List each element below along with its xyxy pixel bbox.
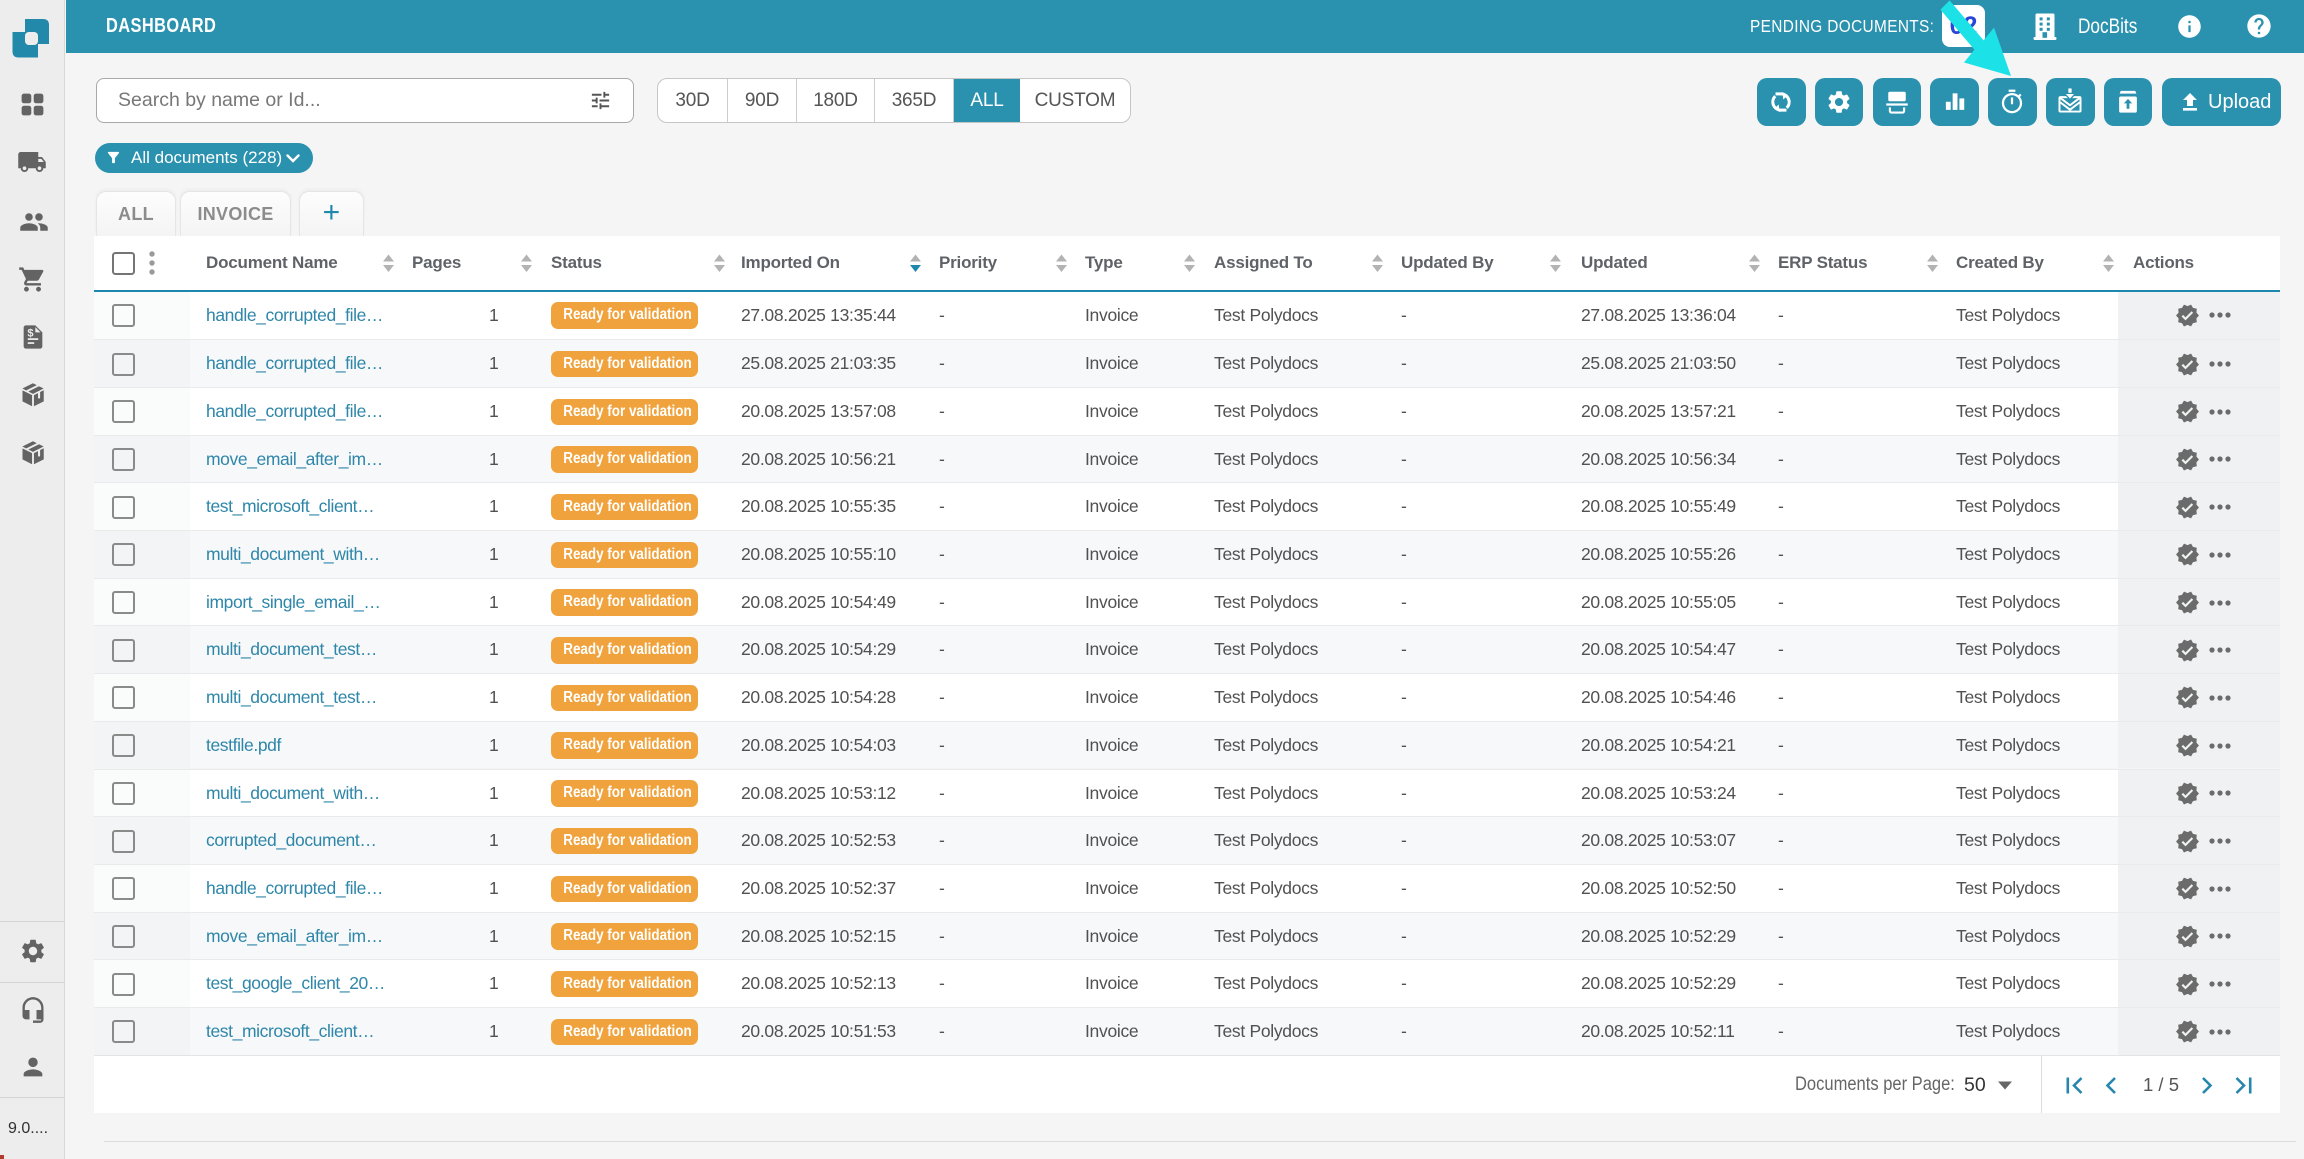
svg-text:$: $	[27, 328, 33, 340]
